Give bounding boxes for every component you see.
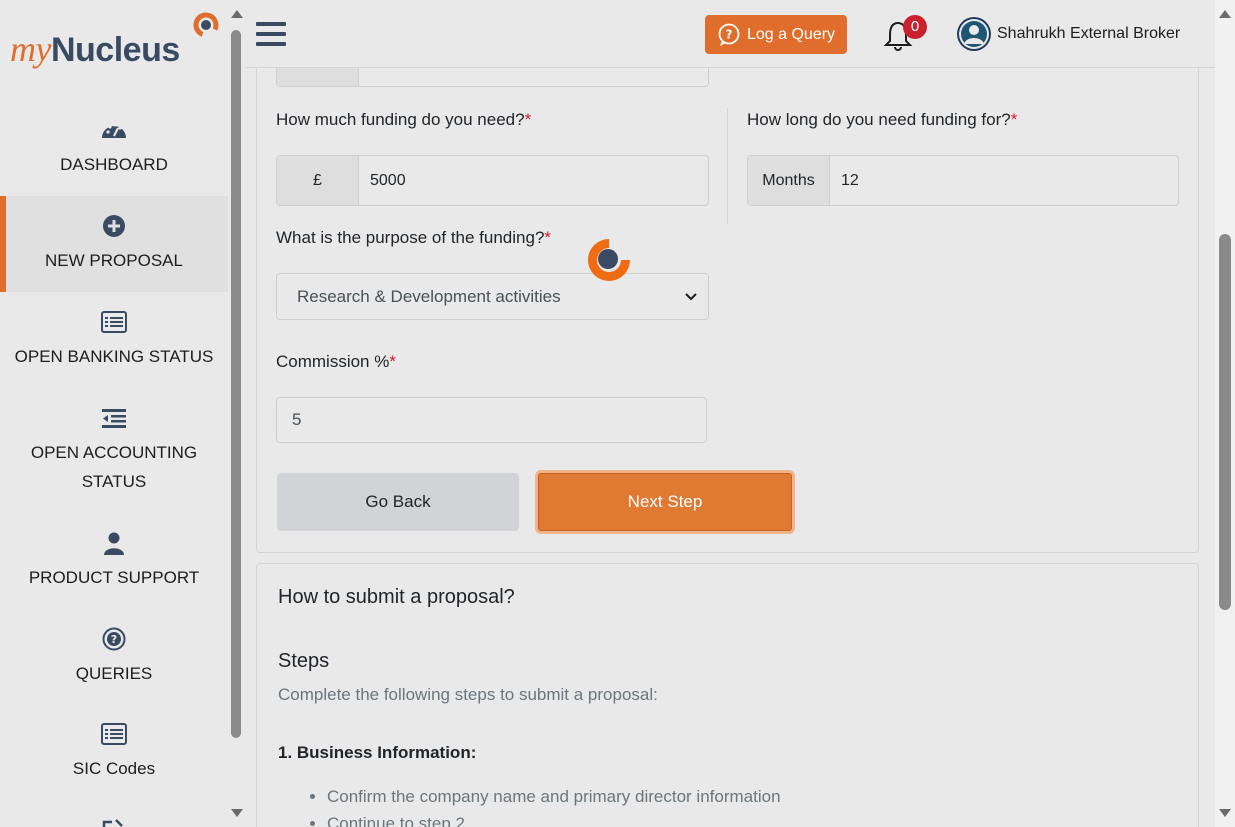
funding-amount-label-text: How much funding do you need?	[276, 110, 525, 129]
chevron-down-icon	[685, 293, 697, 301]
plus-circle-icon	[103, 215, 125, 237]
indent-list-icon	[102, 409, 126, 428]
step-1-list: Confirm the company name and primary dir…	[307, 783, 781, 827]
previous-input-field[interactable]	[359, 68, 708, 86]
sidebar-item-label: OPEN BANKING STATUS	[14, 347, 214, 366]
log-query-button[interactable]: ? Log a Query	[705, 15, 847, 54]
sidebar-item-dashboard[interactable]: DASHBOARD	[0, 118, 228, 179]
funding-duration-label: How long do you need funding for?*	[747, 110, 1017, 130]
user-name: Shahrukh External Broker	[997, 25, 1181, 42]
required-marker: *	[524, 110, 532, 129]
required-marker: *	[544, 228, 552, 247]
funding-duration-input-group[interactable]: Months 12	[747, 155, 1179, 206]
how-to-submit-card: How to submit a proposal? Steps Complete…	[256, 563, 1199, 827]
logo-mark-icon	[193, 12, 219, 38]
funding-purpose-select[interactable]: Research & Development activities	[276, 273, 709, 320]
logo-text-my: my	[10, 29, 51, 69]
funding-purpose-label-text: What is the purpose of the funding?	[276, 228, 545, 247]
sidebar-item-label: PRODUCT SUPPORT	[28, 568, 200, 587]
previous-input-addon	[277, 68, 359, 86]
sidebar-item-label: QUERIES	[75, 664, 153, 683]
notification-count-badge: 0	[903, 15, 927, 39]
next-step-button[interactable]: Next Step	[535, 470, 795, 534]
required-marker: *	[1010, 110, 1018, 129]
sidebar-item-open-banking-status[interactable]: OPEN BANKING STATUS	[0, 310, 228, 371]
sidebar-scrollbar-thumb[interactable]	[231, 30, 241, 738]
sidebar-item-label: NEW PROPOSAL	[45, 251, 183, 270]
sidebar-scroll-down-icon[interactable]	[231, 809, 243, 817]
sign-out-icon[interactable]	[102, 818, 126, 827]
svg-text:?: ?	[111, 633, 117, 646]
sidebar-scroll-up-icon[interactable]	[231, 10, 243, 18]
commission-input[interactable]: 5	[276, 397, 707, 443]
list-icon	[101, 723, 127, 745]
column-divider	[727, 108, 728, 224]
currency-addon: £	[277, 156, 359, 205]
logo-text-nucleus: Nucleus	[50, 31, 180, 69]
funding-amount-label: How much funding do you need?*	[276, 110, 531, 130]
funding-purpose-selected: Research & Development activities	[297, 286, 561, 306]
sidebar: myNucleus DASHBOARD NEW PROPOSAL OPEN BA…	[0, 0, 228, 827]
sidebar-item-label: SIC Codes	[72, 759, 156, 778]
top-header: ? Log a Query 0 Shahrukh External Broker	[246, 0, 1215, 68]
user-icon	[104, 532, 124, 555]
funding-amount-input[interactable]: 5000	[359, 156, 708, 205]
page-scrollbar-thumb[interactable]	[1219, 234, 1231, 610]
list-icon	[101, 311, 127, 333]
sidebar-item-new-proposal[interactable]: NEW PROPOSAL	[0, 196, 228, 292]
avatar	[957, 17, 991, 51]
question-bubble-icon: ?	[718, 23, 740, 46]
sidebar-item-product-support[interactable]: PRODUCT SUPPORT	[0, 531, 228, 592]
loading-spinner-icon	[588, 239, 630, 281]
svg-text:?: ?	[726, 27, 733, 41]
required-marker: *	[389, 352, 396, 371]
sidebar-item-label-line2: STATUS	[81, 472, 147, 491]
list-item: Continue to step 2	[327, 810, 781, 827]
previous-input-group[interactable]	[276, 68, 709, 87]
user-menu[interactable]: Shahrukh External Broker	[956, 16, 1180, 52]
funding-purpose-label: What is the purpose of the funding?*	[276, 228, 551, 248]
sidebar-item-queries[interactable]: ? QUERIES	[0, 627, 228, 688]
funding-duration-input[interactable]: 12	[830, 156, 1178, 205]
commission-label: Commission %*	[276, 352, 396, 372]
sidebar-item-open-accounting-status[interactable]: OPEN ACCOUNTING STATUS	[0, 406, 228, 496]
page-scroll-up-icon[interactable]	[1219, 10, 1231, 18]
go-back-button[interactable]: Go Back	[277, 473, 519, 531]
sidebar-item-label: DASHBOARD	[60, 155, 168, 174]
funding-amount-input-group[interactable]: £ 5000	[276, 155, 709, 206]
card-border-left	[256, 68, 257, 106]
months-addon: Months	[748, 156, 830, 205]
steps-heading: Steps	[278, 650, 330, 672]
steps-intro: Complete the following steps to submit a…	[278, 685, 658, 704]
menu-toggle-icon[interactable]	[256, 22, 286, 46]
page-scroll-down-icon[interactable]	[1219, 809, 1231, 817]
sidebar-item-sic-codes[interactable]: SIC Codes	[0, 722, 228, 783]
list-item: Confirm the company name and primary dir…	[327, 783, 781, 810]
funding-duration-label-text: How long do you need funding for?	[747, 110, 1011, 129]
commission-label-text: Commission %	[276, 352, 390, 371]
question-circle-icon: ?	[102, 627, 126, 651]
app-logo[interactable]: myNucleus	[10, 12, 225, 72]
sidebar-item-label: OPEN ACCOUNTING	[30, 443, 198, 462]
step-1-title: 1. Business Information:	[278, 743, 477, 762]
log-query-label: Log a Query	[747, 25, 836, 43]
gauge-icon	[102, 123, 126, 138]
card-title: How to submit a proposal?	[278, 586, 515, 608]
